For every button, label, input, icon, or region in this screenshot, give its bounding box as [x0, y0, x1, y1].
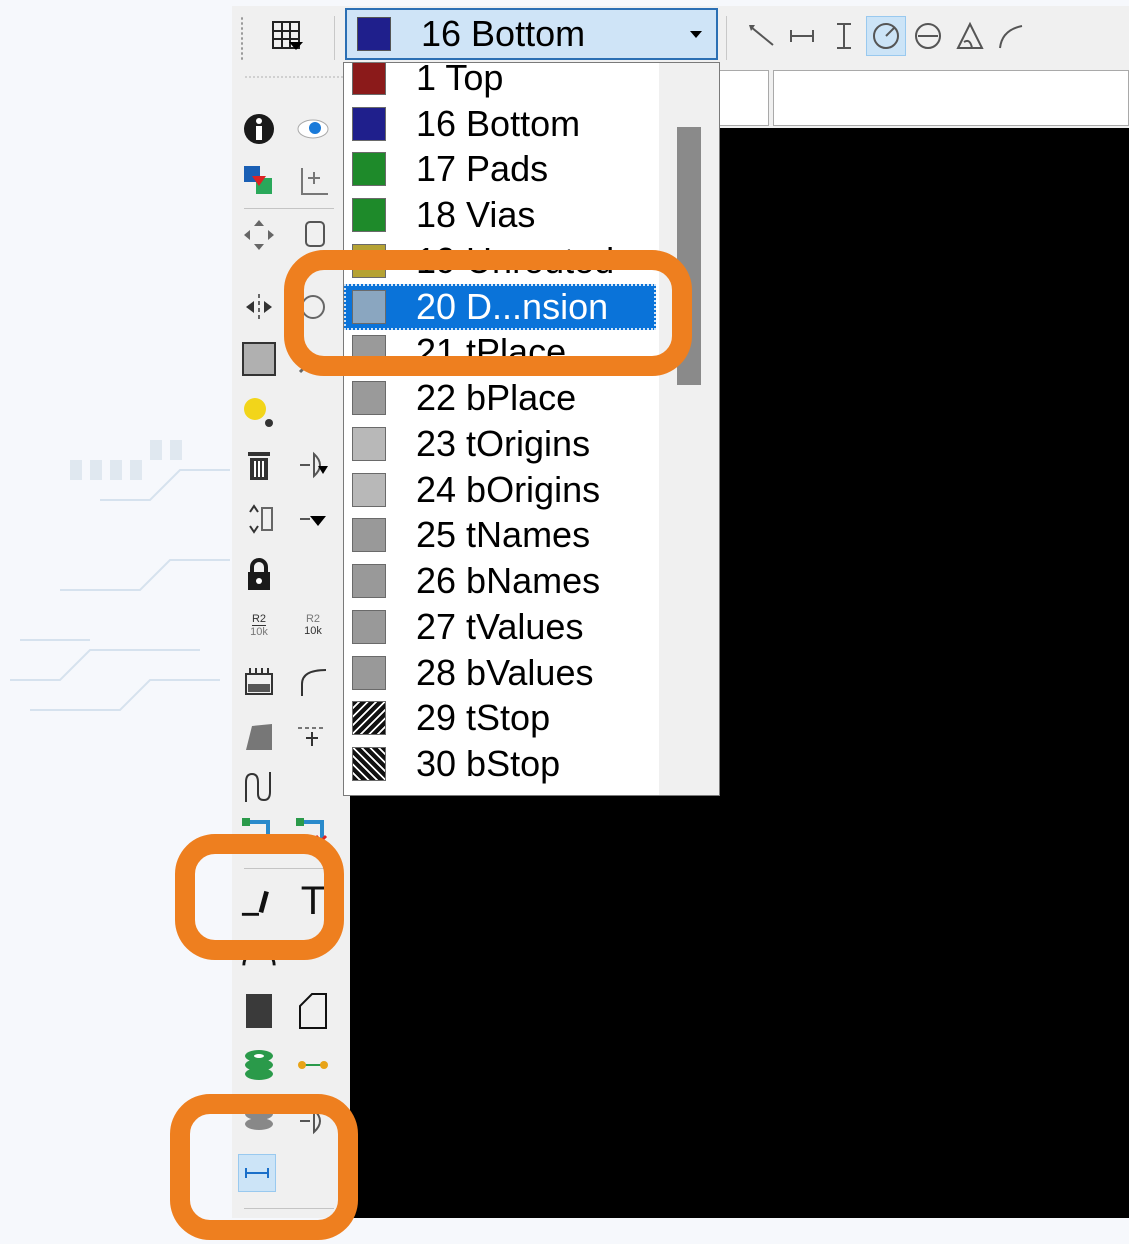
- layer-color-swatch: [352, 381, 386, 416]
- highlight-wire-tool: [175, 834, 344, 960]
- dimension-diameter-icon[interactable]: [908, 16, 948, 56]
- dimension-angle-icon[interactable]: [950, 16, 990, 56]
- layer-item[interactable]: 25 tNames: [344, 513, 656, 559]
- polygon-icon[interactable]: [294, 992, 332, 1030]
- layer-item[interactable]: 22 bPlace: [344, 375, 656, 421]
- smash-icon[interactable]: R2 10k: [240, 606, 278, 644]
- info-icon[interactable]: [240, 110, 278, 148]
- chevron-down-icon[interactable]: [690, 30, 702, 38]
- resistor-value-label: 10k: [250, 625, 268, 638]
- layer-item-label: 24 bOrigins: [416, 468, 601, 510]
- layer-item[interactable]: 30 bStop: [344, 741, 656, 787]
- layer-color-swatch: [352, 518, 386, 553]
- layer-dropdown-list: 1 Top 16 Bottom 17 Pads 18 Vias 19 Unrouted 2…: [343, 62, 720, 796]
- layer-color-swatch: [352, 655, 386, 690]
- toolbar-grip[interactable]: [240, 16, 244, 60]
- layer-color-swatch: [352, 63, 386, 95]
- meander-icon[interactable]: [240, 768, 278, 806]
- layer-item-label: 27 tValues: [416, 605, 584, 647]
- paste-icon[interactable]: [240, 394, 278, 432]
- layer-color-swatch: [352, 747, 386, 782]
- layer-select[interactable]: 16 Bottom: [345, 8, 718, 60]
- lock-icon[interactable]: [240, 556, 278, 594]
- scrollbar[interactable]: [659, 63, 719, 795]
- layer-item-label: 18 Vias: [416, 194, 536, 236]
- layer-color-swatch: [352, 564, 386, 599]
- delete-icon[interactable]: [240, 446, 278, 484]
- miter-icon[interactable]: [294, 662, 332, 700]
- layer-item-label: 29 tStop: [416, 697, 551, 739]
- layer-color-swatch: [352, 472, 386, 507]
- dimension-horizontal-icon[interactable]: [782, 16, 822, 56]
- layer-item[interactable]: 23 tOrigins: [344, 421, 656, 467]
- highlight-dimension-layer: [284, 250, 692, 376]
- layer-select-value: 16 Bottom: [421, 13, 586, 54]
- eye-icon[interactable]: [294, 110, 332, 148]
- resistor-value-label: 10k: [304, 625, 322, 637]
- dimension-radius-icon[interactable]: [866, 16, 906, 56]
- layer-item[interactable]: 29 tStop: [344, 696, 656, 742]
- dimension-leader-icon[interactable]: [990, 16, 1030, 56]
- layer-item-label: 1 Top: [416, 62, 504, 98]
- layer-color-swatch: [352, 609, 386, 644]
- layer-color-swatch: [357, 17, 391, 51]
- move-icon[interactable]: [240, 216, 278, 254]
- layer-item-label: 30 bStop: [416, 743, 561, 785]
- layer-item[interactable]: 16 Bottom: [344, 101, 656, 147]
- layer-list: 1 Top 16 Bottom 17 Pads 18 Vias 19 Unrouted 2…: [344, 62, 656, 787]
- layer-item[interactable]: 1 Top: [344, 62, 656, 101]
- via-icon[interactable]: [240, 1046, 278, 1084]
- optimize-icon[interactable]: [240, 716, 278, 754]
- pinswap-icon[interactable]: [240, 500, 278, 538]
- layer-display-icon[interactable]: [240, 162, 278, 200]
- toolbar-grip[interactable]: [244, 76, 344, 78]
- split-icon[interactable]: [240, 662, 278, 700]
- command-input[interactable]: [773, 70, 1129, 126]
- layer-item[interactable]: 28 bValues: [344, 650, 656, 696]
- value-icon[interactable]: R2 10k: [294, 606, 332, 644]
- replace-icon[interactable]: [294, 500, 332, 538]
- layer-item[interactable]: 26 bNames: [344, 558, 656, 604]
- layer-item-label: 28 bValues: [416, 651, 594, 693]
- layer-item[interactable]: 24 bOrigins: [344, 467, 656, 513]
- resistor-name-label: R2: [305, 613, 321, 625]
- layer-color-swatch: [352, 198, 386, 233]
- signal-icon[interactable]: [294, 1046, 332, 1084]
- rectangle-icon[interactable]: [240, 992, 278, 1030]
- layer-item-label: 26 bNames: [416, 560, 601, 602]
- parameter-field[interactable]: [719, 70, 769, 126]
- resistor-name-label: R2: [251, 612, 267, 626]
- highlight-dimension-tool: [170, 1094, 358, 1240]
- grid-icon[interactable]: [268, 16, 308, 56]
- layer-item[interactable]: 18 Vias: [344, 192, 656, 238]
- layer-item-label: 22 bPlace: [416, 377, 577, 419]
- layer-color-swatch: [352, 701, 386, 736]
- group-icon[interactable]: [240, 340, 278, 378]
- layer-color-swatch: [352, 106, 386, 141]
- wire-icon[interactable]: [742, 16, 782, 56]
- mark-icon[interactable]: [294, 162, 332, 200]
- layer-item-label: 23 tOrigins: [416, 422, 591, 464]
- layer-item-label: 25 tNames: [416, 514, 591, 556]
- layer-item-label: 16 Bottom: [416, 102, 581, 144]
- layer-color-swatch: [352, 152, 386, 187]
- dimension-vertical-icon[interactable]: [824, 16, 864, 56]
- mirror-icon[interactable]: [240, 288, 278, 326]
- copy-icon[interactable]: [294, 216, 332, 254]
- layer-item-label: 17 Pads: [416, 148, 549, 190]
- layer-item[interactable]: 17 Pads: [344, 147, 656, 193]
- add-icon[interactable]: [294, 446, 332, 484]
- layer-item[interactable]: 27 tValues: [344, 604, 656, 650]
- ripup-icon[interactable]: [294, 716, 332, 754]
- layer-color-swatch: [352, 426, 386, 461]
